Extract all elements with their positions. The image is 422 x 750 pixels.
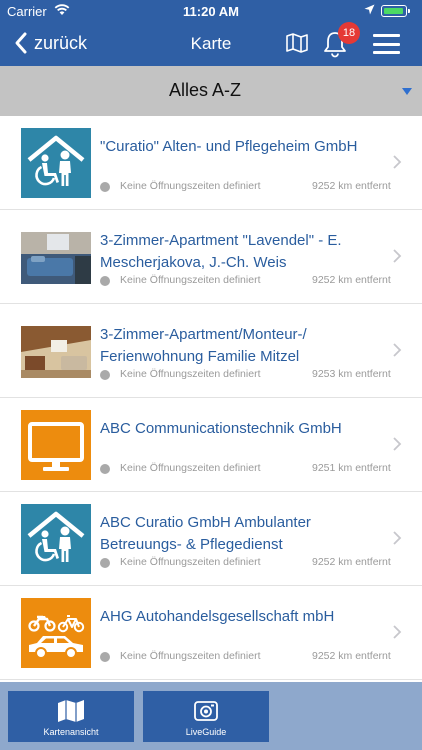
distance: 9252 km entfernt xyxy=(312,556,391,568)
map-view-label: Kartenansicht xyxy=(43,727,99,737)
status-dot xyxy=(100,464,110,474)
dropdown-arrow-icon xyxy=(402,88,412,95)
filter-label: Alles A-Z xyxy=(168,80,242,100)
list-item[interactable]: AHG Autohandelsgesellschaft mbH Keine Öf… xyxy=(0,586,422,680)
list-item[interactable]: 3-Zimmer-Apartment/Monteur-/ Ferienwohnu… xyxy=(0,304,422,398)
list-item[interactable]: ABC Communicationstechnik GmbH Keine Öff… xyxy=(0,398,422,492)
status-dot xyxy=(100,370,110,380)
item-name: 3-Zimmer-Apartment/Monteur-/ Ferienwohnu… xyxy=(100,326,307,365)
living-room-photo xyxy=(21,326,91,378)
clock: 11:20 AM xyxy=(183,4,239,19)
map-icon[interactable] xyxy=(285,32,309,54)
opening-hours: Keine Öffnungszeiten definiert xyxy=(120,368,261,380)
hamburger-menu-icon[interactable] xyxy=(373,34,400,54)
camera-icon xyxy=(194,701,218,721)
notification-badge: 18 xyxy=(338,22,360,44)
chevron-right-icon xyxy=(393,531,402,545)
distance: 9253 km entfernt xyxy=(312,368,391,380)
list-item[interactable]: ABC Curatio GmbH Ambulanter Betreuungs- … xyxy=(0,492,422,586)
poi-list[interactable]: "Curatio" Alten- und Pflegeheim GmbH Kei… xyxy=(0,116,422,682)
distance: 9252 km entfernt xyxy=(312,180,391,192)
list-item[interactable]: 3-Zimmer-Apartment "Lavendel" - E. Mesch… xyxy=(0,210,422,304)
distance: 9251 km entfernt xyxy=(312,462,391,474)
chevron-right-icon xyxy=(393,343,402,357)
battery-icon xyxy=(381,5,410,17)
bedroom-photo xyxy=(21,232,91,284)
folded-map-icon xyxy=(58,700,84,722)
bottom-bar: Kartenansicht LiveGuide xyxy=(0,682,422,750)
opening-hours: Keine Öffnungszeiten definiert xyxy=(120,556,261,568)
monitor-icon xyxy=(21,410,91,480)
item-name: ABC Communicationstechnik GmbH xyxy=(100,420,342,437)
chevron-right-icon xyxy=(393,437,402,451)
liveguide-label: LiveGuide xyxy=(185,727,227,737)
chevron-right-icon xyxy=(393,249,402,263)
item-name: AHG Autohandelsgesellschaft mbH xyxy=(100,608,335,625)
opening-hours: Keine Öffnungszeiten definiert xyxy=(120,274,261,286)
status-bar: Carrier 11:20 AM xyxy=(0,0,422,22)
care-home-icon xyxy=(21,504,91,574)
chevron-right-icon xyxy=(393,155,402,169)
back-label: zurück xyxy=(34,32,88,53)
back-button[interactable]: zurück xyxy=(12,31,87,55)
status-dot xyxy=(100,182,110,192)
status-dot xyxy=(100,276,110,286)
list-item[interactable]: "Curatio" Alten- und Pflegeheim GmbH Kei… xyxy=(0,116,422,210)
liveguide-button[interactable]: LiveGuide xyxy=(143,691,269,742)
top-bar: Carrier 11:20 AM zurück Karte 18 xyxy=(0,0,422,66)
item-name: ABC Curatio GmbH Ambulanter Betreuungs- … xyxy=(100,514,311,553)
opening-hours: Keine Öffnungszeiten definiert xyxy=(120,650,261,662)
item-name: 3-Zimmer-Apartment "Lavendel" - E. Mesch… xyxy=(100,232,342,271)
location-arrow-icon xyxy=(364,4,375,15)
map-view-button[interactable]: Kartenansicht xyxy=(8,691,134,742)
opening-hours: Keine Öffnungszeiten definiert xyxy=(120,462,261,474)
chevron-left-icon xyxy=(15,32,27,54)
status-dot xyxy=(100,652,110,662)
status-dot xyxy=(100,558,110,568)
care-home-icon xyxy=(21,128,91,198)
distance: 9252 km entfernt xyxy=(312,274,391,286)
navigation-bar: zurück Karte 18 xyxy=(0,22,422,66)
vehicles-icon xyxy=(21,598,91,668)
sort-filter-dropdown[interactable]: Alles A-Z xyxy=(0,66,422,116)
opening-hours: Keine Öffnungszeiten definiert xyxy=(120,180,261,192)
item-name: "Curatio" Alten- und Pflegeheim GmbH xyxy=(100,138,358,155)
chevron-right-icon xyxy=(393,625,402,639)
distance: 9252 km entfernt xyxy=(312,650,391,662)
